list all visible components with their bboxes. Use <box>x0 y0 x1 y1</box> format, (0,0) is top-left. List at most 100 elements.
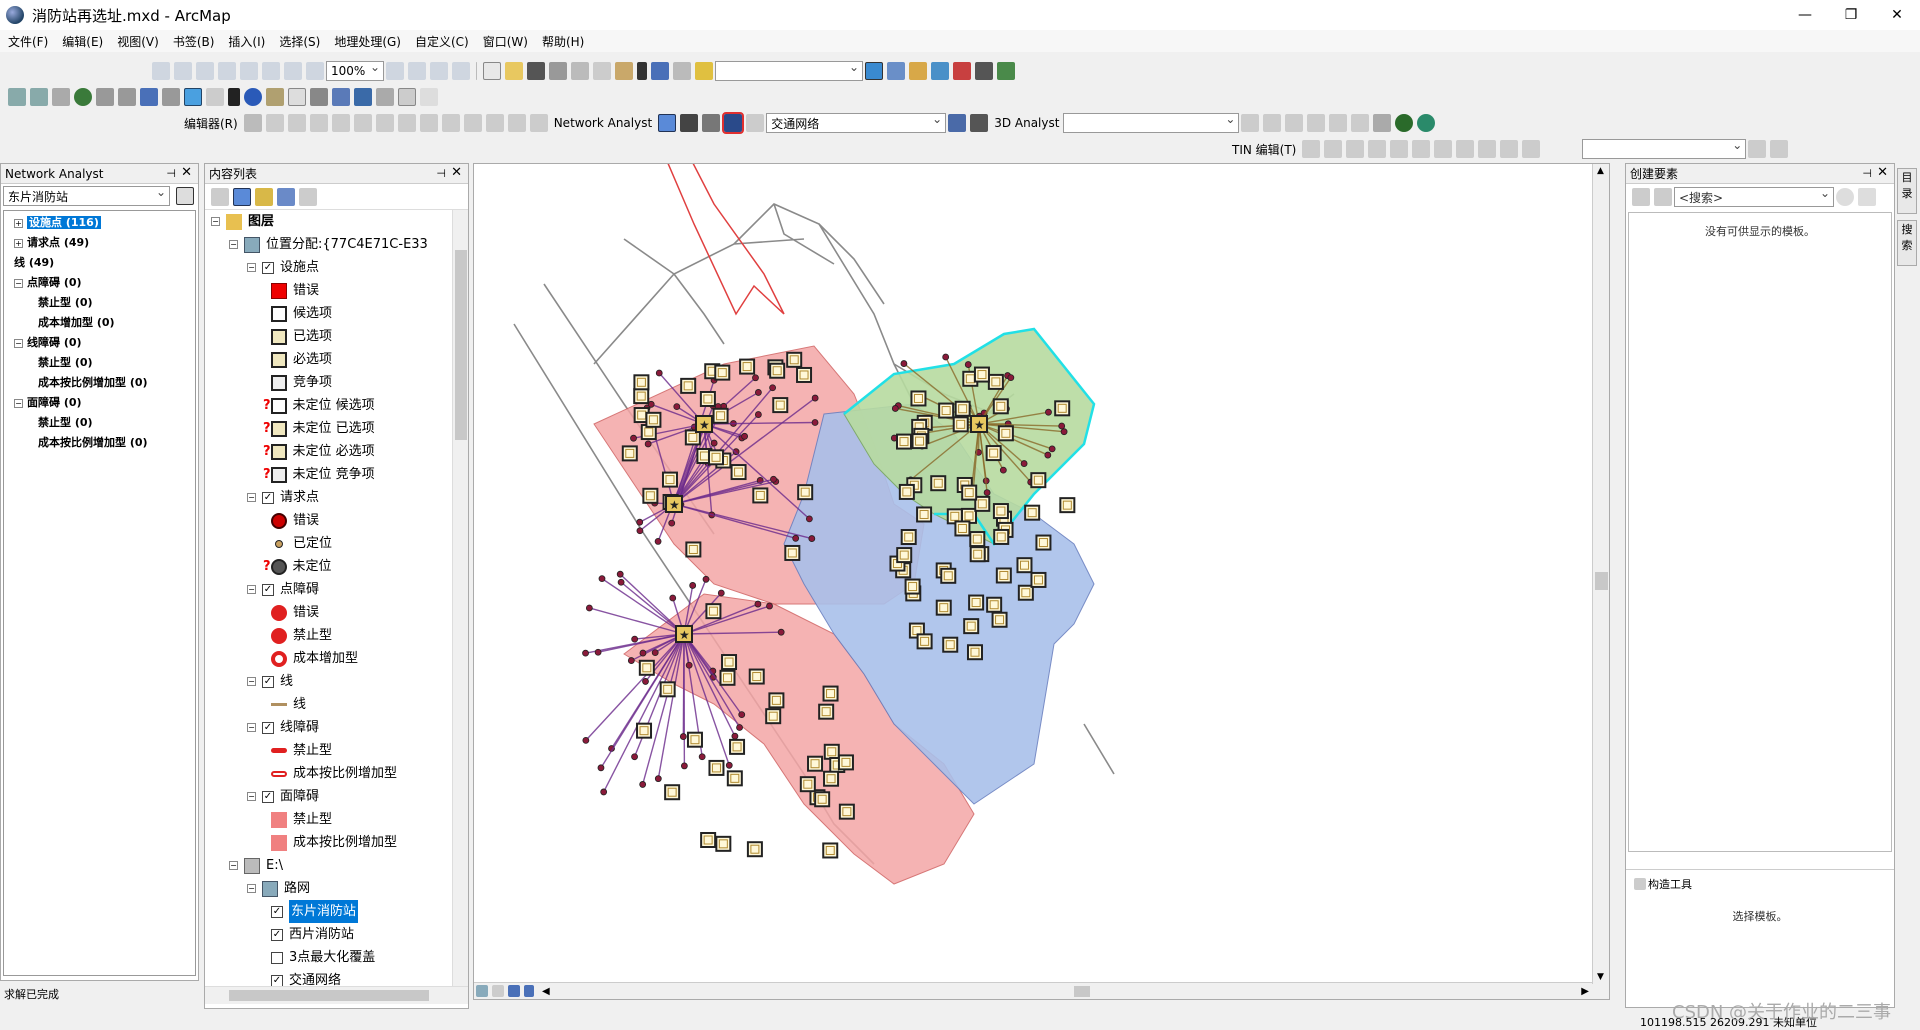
toc-options-icon[interactable] <box>299 187 317 206</box>
map-vscroll[interactable]: ▲ ▼ <box>1592 164 1609 984</box>
html-popup-icon[interactable] <box>288 88 306 106</box>
candidate-facility[interactable] <box>797 484 814 501</box>
directions-icon[interactable] <box>746 114 765 132</box>
candidate-facility[interactable] <box>714 364 731 381</box>
scroll-up-icon[interactable]: ▲ <box>1597 166 1604 176</box>
tool-icon[interactable] <box>452 62 470 80</box>
layer-checkbox[interactable]: ✓ <box>262 491 274 504</box>
arcscene-icon[interactable] <box>1395 114 1414 132</box>
trace-icon[interactable] <box>331 114 350 132</box>
layer-checkbox[interactable]: ✓ <box>262 583 274 596</box>
menu-insert[interactable]: 插入(I) <box>228 33 265 50</box>
candidate-facility[interactable] <box>730 464 747 481</box>
candidate-facility[interactable] <box>633 374 650 391</box>
edit-tool-icon[interactable] <box>243 114 262 132</box>
candidate-facility[interactable] <box>818 703 835 720</box>
tin-tool-icon[interactable] <box>1324 140 1343 158</box>
expander-icon[interactable]: − <box>14 398 23 408</box>
candidate-facility[interactable] <box>942 636 959 653</box>
tool-icon[interactable] <box>174 62 192 80</box>
viewer-window-icon[interactable] <box>420 88 438 106</box>
candidate-facility[interactable] <box>715 835 732 852</box>
polygon-barriers-label[interactable]: 面障碍 <box>280 785 319 808</box>
find-route-icon[interactable] <box>354 88 372 106</box>
candidate-facility[interactable] <box>661 471 678 488</box>
split-icon[interactable] <box>441 114 460 132</box>
na-tree-item[interactable]: 线 (49) <box>8 253 191 273</box>
na-tree-item[interactable]: − 点障碍 (0) <box>8 273 191 293</box>
find-icon[interactable] <box>332 88 350 106</box>
candidate-facility[interactable] <box>721 654 738 671</box>
select-features-icon[interactable] <box>184 88 202 106</box>
toc-hscroll[interactable] <box>205 986 468 1004</box>
edit-vertices-icon[interactable] <box>375 114 394 132</box>
print-icon[interactable] <box>549 62 567 80</box>
candidate-facility[interactable] <box>786 351 803 368</box>
candidate-facility[interactable] <box>966 644 983 661</box>
candidate-facility[interactable] <box>968 594 985 611</box>
na-tree-item[interactable]: 禁止型 (0) <box>8 353 191 373</box>
tool-icon[interactable] <box>306 62 324 80</box>
expander-icon[interactable]: − <box>247 677 256 686</box>
candidate-facility[interactable] <box>700 831 717 848</box>
roadnet-layer-item[interactable]: 3点最大化覆盖 <box>211 946 468 969</box>
candidate-facility[interactable] <box>1035 534 1052 551</box>
candidate-facility[interactable] <box>954 520 971 537</box>
tool-icon[interactable] <box>386 62 404 80</box>
demand-label[interactable]: 请求点 <box>280 486 319 509</box>
candidate-facility[interactable] <box>837 754 854 771</box>
candidate-facility[interactable] <box>991 611 1008 628</box>
na-tree-item[interactable]: 禁止型 (0) <box>8 413 191 433</box>
tin-edit-menu[interactable]: TIN 编辑(T) <box>1232 141 1296 158</box>
copy-icon[interactable] <box>593 62 611 80</box>
search-side-tab[interactable]: 搜索 <box>1897 220 1917 266</box>
candidate-facility[interactable] <box>995 567 1012 584</box>
add-data-icon[interactable] <box>695 62 713 80</box>
candidate-facility[interactable] <box>916 506 933 523</box>
expander-icon[interactable]: − <box>229 861 238 870</box>
3d-analyst-menu[interactable]: 3D Analyst <box>994 116 1059 130</box>
candidate-facility[interactable] <box>708 759 725 776</box>
candidate-facility[interactable] <box>708 449 725 466</box>
na-tree-item[interactable]: − 线障碍 (0) <box>8 333 191 353</box>
tool-icon[interactable] <box>430 62 448 80</box>
expander-icon[interactable]: − <box>211 217 220 226</box>
layer-checkbox[interactable]: ✓ <box>262 261 274 274</box>
tin-tool-icon[interactable] <box>1346 140 1365 158</box>
candidate-facility[interactable] <box>645 411 662 428</box>
candidate-facility[interactable] <box>896 547 913 564</box>
data-view-icon[interactable] <box>476 985 488 997</box>
attributes-icon[interactable] <box>485 114 504 132</box>
menu-customize[interactable]: 自定义(C) <box>415 33 469 50</box>
arcglobe-icon[interactable] <box>1417 114 1436 132</box>
candidate-facility[interactable] <box>973 366 990 383</box>
candidate-facility[interactable] <box>769 362 786 379</box>
candidate-facility[interactable] <box>638 659 655 676</box>
python-icon[interactable] <box>975 62 993 80</box>
roadnet-label[interactable]: 路网 <box>284 877 310 900</box>
candidate-facility[interactable] <box>712 407 729 424</box>
new-document-icon[interactable] <box>483 62 501 80</box>
save-icon[interactable] <box>527 62 545 80</box>
candidate-facility[interactable] <box>1059 497 1076 514</box>
candidate-facility[interactable] <box>633 388 650 405</box>
candidate-facility[interactable] <box>992 398 1009 415</box>
line-of-sight-icon[interactable] <box>1285 114 1304 132</box>
editor-menu[interactable]: 编辑器(R) <box>184 115 238 132</box>
paste-icon[interactable] <box>615 62 633 80</box>
tin-tool-icon[interactable] <box>1522 140 1541 158</box>
refresh-icon[interactable] <box>508 985 520 997</box>
candidate-facility[interactable] <box>680 377 697 394</box>
pin-icon[interactable]: ⊣ <box>436 167 446 180</box>
candidate-facility[interactable] <box>823 770 840 787</box>
build-network-icon[interactable] <box>948 114 967 132</box>
pause-drawing-icon[interactable] <box>524 985 534 997</box>
candidate-facility[interactable] <box>686 731 703 748</box>
list-by-drawing-order-icon[interactable] <box>211 187 229 206</box>
candidate-facility[interactable] <box>961 484 978 501</box>
expander-icon[interactable]: − <box>247 585 256 594</box>
candidate-facility[interactable] <box>772 397 789 414</box>
zoom-combo[interactable]: 100% <box>326 60 384 81</box>
point-icon[interactable] <box>353 114 372 132</box>
point-barriers-label[interactable]: 点障碍 <box>280 578 319 601</box>
